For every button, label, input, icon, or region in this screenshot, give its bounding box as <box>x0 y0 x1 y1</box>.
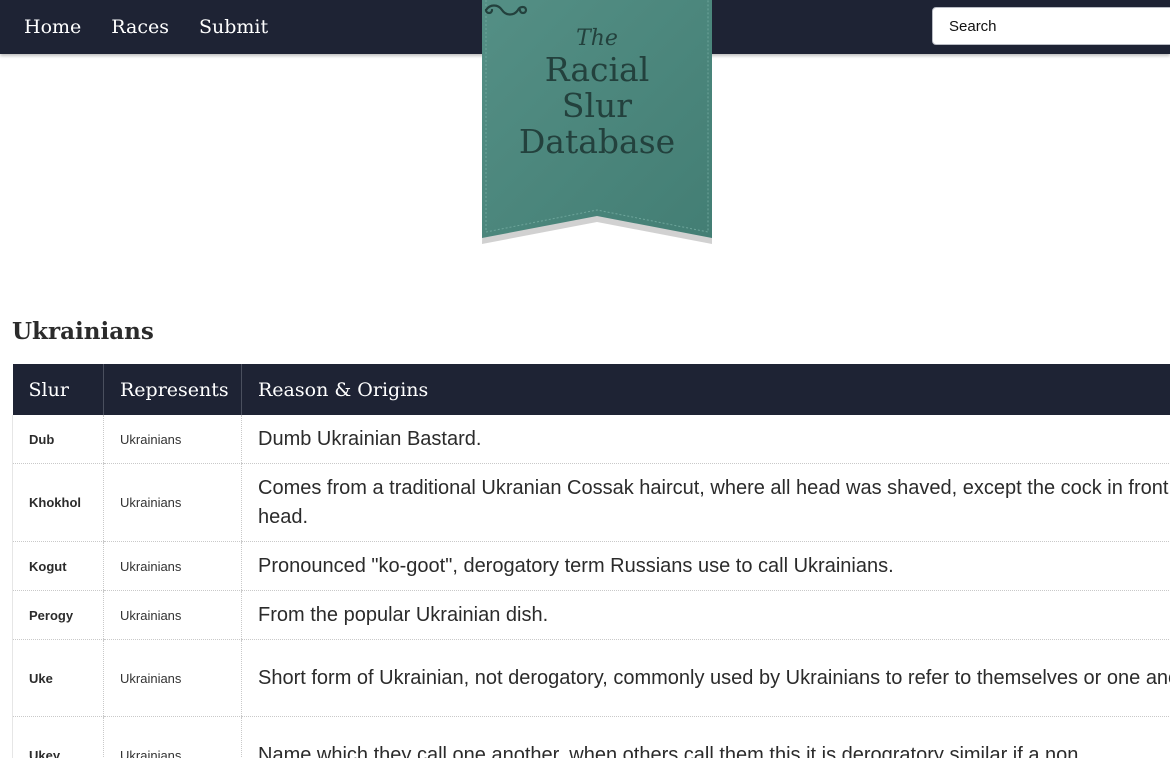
represents-cell: Ukrainians <box>103 463 242 542</box>
column-header-reason[interactable]: Reason & Origins <box>241 364 1170 415</box>
page-title: Ukrainians <box>12 318 154 345</box>
slur-table-container: Slur Represents Reason & Origins Dub Ukr… <box>12 364 1170 758</box>
logo-line-racial: Racial <box>544 50 650 89</box>
slur-cell: Dub <box>12 415 104 464</box>
reason-cell: From the popular Ukrainian dish. <box>241 590 1170 640</box>
slur-table: Slur Represents Reason & Origins Dub Ukr… <box>12 364 1170 758</box>
column-header-slur[interactable]: Slur <box>12 364 104 415</box>
represents-cell: Ukrainians <box>103 415 242 464</box>
represents-cell: Ukrainians <box>103 716 242 758</box>
table-row: Khokhol Ukrainians Comes from a traditio… <box>12 463 1170 542</box>
slur-cell: Kogut <box>12 541 104 591</box>
slur-cell: Khokhol <box>12 463 104 542</box>
table-row: Ukey Ukrainians Name which they call one… <box>12 716 1170 758</box>
table-header-row: Slur Represents Reason & Origins <box>12 364 1170 415</box>
main-nav: Home Races Submit <box>0 0 298 54</box>
nav-races-link[interactable]: Races <box>111 16 169 38</box>
search-input[interactable] <box>932 7 1170 45</box>
represents-cell: Ukrainians <box>103 541 242 591</box>
reason-cell: Dumb Ukrainian Bastard. <box>241 415 1170 464</box>
table-row: Perogy Ukrainians From the popular Ukrai… <box>12 590 1170 640</box>
table-row: Kogut Ukrainians Pronounced "ko-goot", d… <box>12 541 1170 591</box>
reason-cell: Short form of Ukrainian, not derogatory,… <box>241 639 1170 717</box>
table-row: Uke Ukrainians Short form of Ukrainian, … <box>12 639 1170 717</box>
site-logo-ribbon[interactable]: The Racial Slur Database <box>482 0 712 244</box>
logo-the: The <box>576 26 618 51</box>
reason-cell: Comes from a traditional Ukranian Cossak… <box>241 463 1170 542</box>
nav-submit-link[interactable]: Submit <box>199 16 268 38</box>
slur-cell: Uke <box>12 639 104 717</box>
reason-cell: Name which they call one another, when o… <box>241 716 1170 758</box>
table-row: Dub Ukrainians Dumb Ukrainian Bastard. <box>12 415 1170 464</box>
column-header-represents[interactable]: Represents <box>103 364 242 415</box>
flourish-icon <box>484 4 528 16</box>
logo-line-database: Database <box>518 122 676 161</box>
slur-cell: Perogy <box>12 590 104 640</box>
represents-cell: Ukrainians <box>103 639 242 717</box>
reason-cell: Pronounced "ko-goot", derogatory term Ru… <box>241 541 1170 591</box>
nav-home-link[interactable]: Home <box>24 16 81 38</box>
represents-cell: Ukrainians <box>103 590 242 640</box>
slur-cell: Ukey <box>12 716 104 758</box>
logo-line-slur: Slur <box>561 86 633 125</box>
